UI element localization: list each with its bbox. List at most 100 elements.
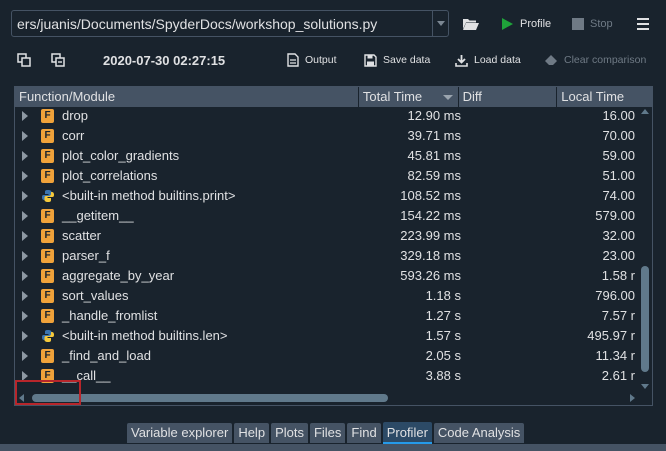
bottom-pane-tabs: Variable explorer Help Plots Files Find Profi… xyxy=(127,422,526,444)
table-row[interactable]: Fplot_correlations 82.59 ms 51.00 xyxy=(15,166,639,186)
save-icon xyxy=(364,53,377,67)
scroll-down-arrow-icon[interactable] xyxy=(641,384,649,389)
function-icon: F xyxy=(41,149,54,163)
expand-arrow-icon[interactable] xyxy=(22,331,28,341)
function-name: __getitem__ xyxy=(62,208,134,223)
highlight-annotation-box xyxy=(15,380,81,405)
scroll-up-arrow-icon[interactable] xyxy=(641,109,649,114)
sort-descending-icon xyxy=(442,95,453,100)
stop-button[interactable]: Stop xyxy=(572,12,613,36)
python-icon xyxy=(42,330,54,342)
total-time-value: 1.27 s xyxy=(425,308,461,323)
profile-button[interactable]: Profile xyxy=(500,12,551,36)
function-name: parser_f xyxy=(62,248,110,263)
scroll-right-arrow-icon[interactable] xyxy=(630,394,635,402)
local-time-value: 495.97 r xyxy=(587,328,635,343)
table-row[interactable]: Fdrop 12.90 ms 16.00 xyxy=(15,106,639,126)
expand-arrow-icon[interactable] xyxy=(22,111,28,121)
expand-all-button[interactable] xyxy=(16,52,32,68)
expand-arrow-icon[interactable] xyxy=(22,291,28,301)
column-header-local-time[interactable]: Local Time xyxy=(557,87,652,107)
total-time-value: 12.90 ms xyxy=(407,108,461,123)
collapse-icon xyxy=(51,53,65,67)
table-row[interactable]: Fparser_f 329.18 ms 23.00 xyxy=(15,246,639,266)
local-time-value: 2.61 r xyxy=(601,368,635,383)
save-data-button[interactable]: Save data xyxy=(364,51,430,69)
file-path-text: ers/juanis/Documents/SpyderDocs/workshop… xyxy=(17,15,378,32)
options-menu-button[interactable] xyxy=(636,12,650,36)
total-time-value: 223.99 ms xyxy=(400,228,461,243)
expand-arrow-icon[interactable] xyxy=(22,131,28,141)
output-label: Output xyxy=(305,54,337,66)
expand-arrow-icon[interactable] xyxy=(22,191,28,201)
function-name: plot_correlations xyxy=(62,168,158,183)
local-time-value: 579.00 xyxy=(595,208,635,223)
hamburger-menu-icon xyxy=(637,18,649,30)
column-header-function[interactable]: Function/Module xyxy=(15,87,359,107)
tab-code-analysis[interactable]: Code Analysis xyxy=(433,423,525,443)
function-name: sort_values xyxy=(62,288,129,303)
expand-arrow-icon[interactable] xyxy=(22,231,28,241)
function-icon: F xyxy=(41,249,54,263)
expand-arrow-icon[interactable] xyxy=(22,311,28,321)
tab-plots[interactable]: Plots xyxy=(271,423,308,443)
file-path-combobox[interactable]: ers/juanis/Documents/SpyderDocs/workshop… xyxy=(11,10,449,37)
vertical-scrollbar[interactable] xyxy=(638,107,652,391)
function-icon: F xyxy=(41,229,54,243)
table-row[interactable]: Faggregate_by_year 593.26 ms 1.58 r xyxy=(15,266,639,286)
total-time-value: 329.18 ms xyxy=(400,248,461,263)
function-name: corr xyxy=(62,128,85,143)
tab-variable-explorer[interactable]: Variable explorer xyxy=(127,423,233,443)
table-row[interactable]: F _handle_fromlist 1.27 s 7.57 r xyxy=(15,306,639,326)
collapse-all-button[interactable] xyxy=(50,52,66,68)
expand-arrow-icon[interactable] xyxy=(22,171,28,181)
browse-folder-button[interactable] xyxy=(462,12,480,36)
table-row[interactable]: <built-in method builtins.print> 108.52 m… xyxy=(15,186,639,206)
function-name: _handle_fromlist xyxy=(62,308,158,323)
local-time-value: 11.34 r xyxy=(595,348,635,363)
chevron-down-icon[interactable] xyxy=(432,11,448,36)
table-row[interactable]: <built-in method builtins.len> 1.57 s 495.… xyxy=(15,326,639,346)
table-row[interactable]: F __getitem__ 154.22 ms 579.00 xyxy=(15,206,639,226)
profile-label: Profile xyxy=(520,18,552,30)
function-name: scatter xyxy=(62,228,102,243)
output-button[interactable]: Output xyxy=(287,51,337,69)
total-time-value: 108.52 ms xyxy=(400,188,461,203)
expand-arrow-icon[interactable] xyxy=(22,271,28,281)
horizontal-scroll-thumb[interactable] xyxy=(32,394,388,402)
horizontal-scrollbar[interactable] xyxy=(15,391,639,405)
tab-files[interactable]: Files xyxy=(309,423,346,443)
table-row[interactable]: Fsort_values 1.18 s 796.00 xyxy=(15,286,639,306)
tree-header: Function/Module Total Time Diff Local Ti… xyxy=(15,87,652,107)
local-time-value: 51.00 xyxy=(602,168,635,183)
table-row[interactable]: Fplot_color_gradients 45.81 ms 59.00 xyxy=(15,146,639,166)
function-icon: F xyxy=(41,209,54,223)
local-time-value: 70.00 xyxy=(602,128,635,143)
expand-arrow-icon[interactable] xyxy=(22,211,28,221)
column-header-diff[interactable]: Diff xyxy=(459,87,558,107)
total-time-value: 82.59 ms xyxy=(407,168,461,183)
expand-arrow-icon[interactable] xyxy=(22,151,28,161)
profiler-tree[interactable]: Function/Module Total Time Diff Local Ti… xyxy=(14,86,653,406)
tab-profiler[interactable]: Profiler xyxy=(382,422,432,444)
column-header-total-time-label: Total Time xyxy=(362,89,423,104)
local-time-value: 7.57 r xyxy=(601,308,635,323)
vertical-scroll-thumb[interactable] xyxy=(641,266,649,372)
total-time-value: 39.71 ms xyxy=(407,128,461,143)
table-row[interactable]: Fscatter 223.99 ms 32.00 xyxy=(15,226,639,246)
table-row[interactable]: F _find_and_load 2.05 s 11.34 r xyxy=(15,346,639,366)
profile-datetime: 2020-07-30 02:27:15 xyxy=(103,53,226,68)
column-header-total-time[interactable]: Total Time xyxy=(359,87,459,107)
expand-arrow-icon[interactable] xyxy=(22,251,28,261)
table-row[interactable]: F __call__ 3.88 s 2.61 r xyxy=(15,366,639,386)
tab-help[interactable]: Help xyxy=(234,423,270,443)
expand-arrow-icon[interactable] xyxy=(22,351,28,361)
clear-comparison-button[interactable]: Clear comparison xyxy=(544,51,646,69)
tab-find[interactable]: Find xyxy=(347,423,381,443)
function-icon: F xyxy=(41,129,54,143)
stop-label: Stop xyxy=(590,18,613,30)
load-data-button[interactable]: Load data xyxy=(455,51,521,69)
function-icon: F xyxy=(41,169,54,183)
local-time-value: 32.00 xyxy=(602,228,635,243)
table-row[interactable]: Fcorr 39.71 ms 70.00 xyxy=(15,126,639,146)
